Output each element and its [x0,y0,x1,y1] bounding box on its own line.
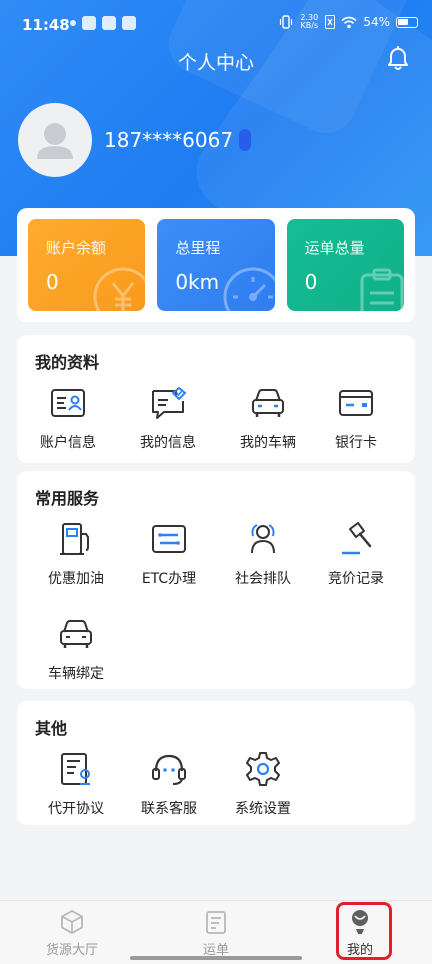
car-bind-icon [60,620,92,648]
grid-item-account-info[interactable]: 账户信息 [20,383,116,452]
grid-item-settings[interactable]: 系统设置 [215,749,311,818]
grid-item-label: 我的信息 [140,435,196,451]
grid-item-my-info[interactable]: 我的信息 [120,383,216,452]
stat-orders[interactable]: 运单总量 0 [286,219,404,311]
app-notification-icon [122,16,136,30]
cube-icon [61,909,83,935]
grid-item-bank-card[interactable]: 银行卡 [308,383,404,452]
grid-item-label: 账户信息 [40,435,96,451]
grid-item-vehicle-binding[interactable]: 车辆绑定 [28,614,124,683]
stat-mileage-label: 总里程 [175,239,221,257]
phone-number: 187****6067 [104,128,234,152]
grid-item-social-queue[interactable]: 社会排队 [215,519,311,588]
document-icon [206,911,226,934]
grid-item-agreement[interactable]: 代开协议 [28,749,124,818]
grid-item-label: 代开协议 [48,801,104,817]
my-profile-section: 我的资料 账户信息 我的信息 我的车辆 银行卡 [17,335,415,463]
grid-item-fuel-discount[interactable]: 优惠加油 [28,519,124,588]
avatar-placeholder-icon [37,123,73,159]
auction-gavel-icon [342,522,372,555]
tab-label: 货源大厅 [45,943,98,958]
stat-balance-label: 账户余额 [46,239,107,257]
speedometer-icon [223,267,275,311]
status-bar: 11:48 2.30 KB/s 54% [0,0,432,50]
verify-badge [239,129,252,151]
queue-users-icon [251,524,275,554]
grid-item-my-vehicle[interactable]: 我的车辆 [220,383,316,452]
signal-x-icon [325,15,336,29]
services-title: 常用服务 [35,489,100,508]
yen-coin-icon [93,267,146,311]
my-profile-title: 我的资料 [35,353,100,372]
grid-item-label: 优惠加油 [48,571,104,587]
tab-cargo-hall[interactable]: 货源大厅 [27,909,117,958]
other-title: 其他 [35,719,68,738]
status-time: 11:48 [22,16,70,34]
id-card-icon [51,389,85,417]
headset-icon [152,754,186,785]
grid-item-label: 竞价记录 [328,571,384,587]
network-speed: 2.30 KB/s [299,14,319,30]
stat-mileage[interactable]: 总里程 0km [157,219,275,311]
home-indicator[interactable] [130,956,302,960]
car-icon [252,389,284,417]
wifi-icon [341,16,357,28]
tab-waybill[interactable]: 运单 [171,909,261,958]
grid-item-etc[interactable]: ETC办理 [121,519,217,588]
stats-card: 账户余额 0 总里程 0km 运单总量 0 [17,208,415,322]
battery-percent: 54% [363,15,390,29]
etc-card-icon [152,525,186,553]
app-notification-icon [102,16,116,30]
notification-dot-icon [70,20,76,26]
page-title: 个人中心 [177,52,254,74]
grid-item-label: 我的车辆 [240,435,296,451]
message-info-icon [152,386,187,419]
settings-gear-icon [246,752,280,786]
fuel-pump-icon [60,523,89,555]
stat-balance[interactable]: 账户余额 0 [28,219,146,311]
vibrate-icon [280,15,293,29]
services-section: 常用服务 优惠加油 ETC办理 社会排队 竞价记录 车辆绑定 [17,471,415,689]
grid-item-label: 车辆绑定 [48,666,104,682]
clipboard-icon [360,268,404,311]
status-indicators: 2.30 KB/s 54% [279,14,418,30]
active-tab-highlight-box [336,902,392,960]
bell-icon[interactable] [386,46,410,72]
grid-item-label: 银行卡 [335,435,377,451]
notification-icons [70,16,136,30]
battery-icon [396,16,418,28]
grid-item-bid-records[interactable]: 竞价记录 [308,519,404,588]
avatar[interactable] [18,103,92,177]
user-phone: 187****6067 [104,128,252,152]
other-section: 其他 代开协议 联系客服 系统设置 [17,701,415,825]
bank-card-icon [339,390,373,416]
grid-item-label: 系统设置 [235,801,291,817]
agreement-icon [61,753,90,785]
grid-item-label: 联系客服 [141,801,197,817]
grid-item-label: ETC办理 [141,571,197,587]
stat-orders-label: 运单总量 [304,239,365,257]
grid-item-customer-service[interactable]: 联系客服 [121,749,217,818]
grid-item-label: 社会排队 [235,571,291,587]
network-speed-unit: KB/s [300,21,319,30]
app-notification-icon [82,16,96,30]
